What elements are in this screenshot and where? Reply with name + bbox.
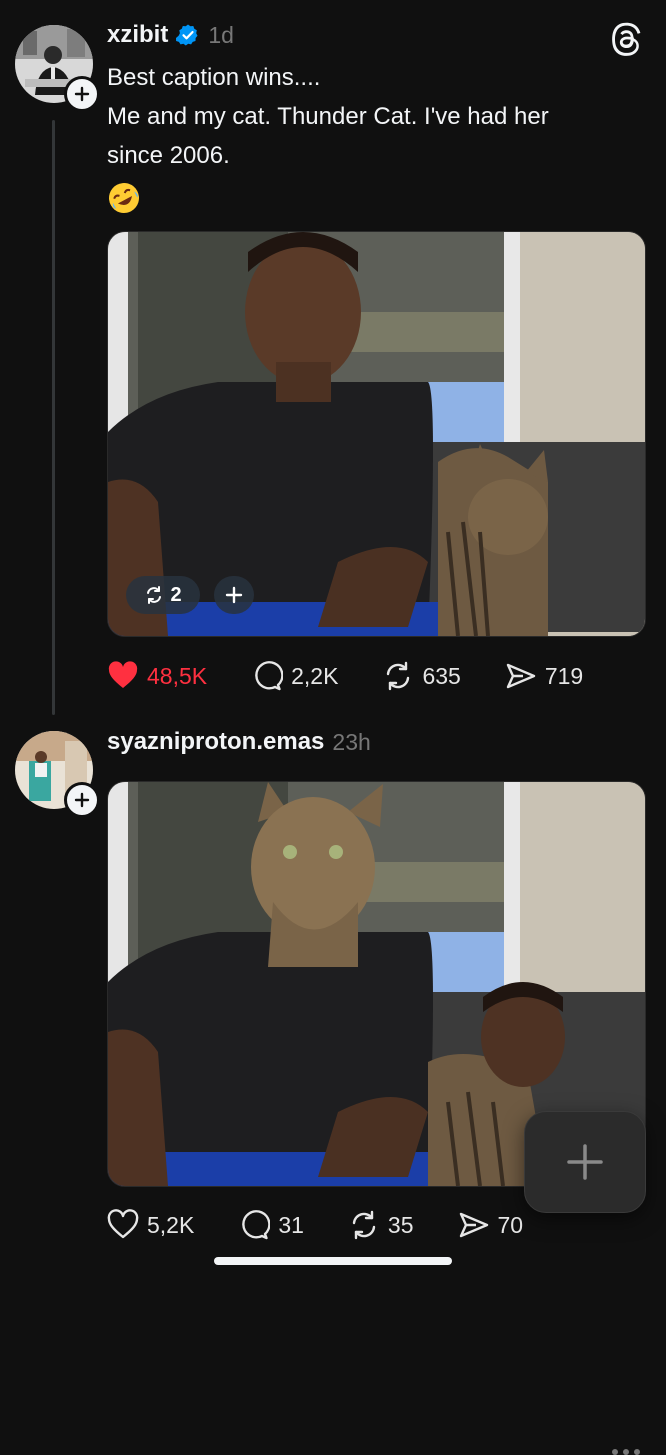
rofl-emoji-icon bbox=[109, 182, 139, 213]
repost-icon bbox=[147, 586, 162, 604]
repost-icon bbox=[387, 661, 410, 691]
post-image[interactable]: 2 bbox=[107, 231, 646, 637]
heart-icon bbox=[108, 661, 138, 688]
repost-count-pill[interactable]: 2 bbox=[126, 576, 200, 614]
comment-button[interactable]: 31 bbox=[238, 1209, 304, 1241]
thread-line bbox=[52, 120, 55, 715]
follow-button-syazniproton[interactable] bbox=[64, 782, 100, 818]
more-options-button[interactable] bbox=[612, 1449, 640, 1455]
plus-icon bbox=[74, 792, 90, 808]
repost-count: 2 bbox=[170, 583, 182, 606]
like-count: 5,2K bbox=[147, 1211, 195, 1238]
plus-icon bbox=[567, 1144, 603, 1180]
plus-icon bbox=[74, 86, 90, 102]
comment-bubble-icon bbox=[255, 661, 284, 691]
repost-count: 35 bbox=[387, 1211, 414, 1238]
share-button[interactable]: 70 bbox=[458, 1209, 524, 1241]
share-count: 719 bbox=[544, 662, 584, 689]
add-to-feed-button[interactable] bbox=[214, 576, 254, 614]
repost-icon bbox=[352, 1210, 376, 1240]
follow-button-xzibit[interactable] bbox=[64, 76, 100, 112]
post-caption: Best caption wins.... Me and my cat. Thu… bbox=[107, 64, 549, 169]
username[interactable]: xzibit bbox=[107, 21, 168, 49]
post-xzibit: xzibit 1d Best caption wins.... Me and m… bbox=[0, 0, 666, 720]
comment-bubble-icon bbox=[242, 1210, 271, 1240]
plus-icon bbox=[225, 586, 243, 604]
post-time: 23h bbox=[332, 728, 371, 755]
repost-button[interactable]: 635 bbox=[382, 660, 461, 692]
share-button[interactable]: 719 bbox=[505, 660, 583, 692]
comment-button[interactable]: 2,2K bbox=[251, 660, 338, 692]
post-actions: 5,2K 31 35 70 bbox=[107, 1209, 567, 1241]
heart-icon bbox=[107, 1209, 139, 1239]
like-button[interactable]: 5,2K bbox=[107, 1209, 194, 1241]
verified-badge-icon bbox=[176, 24, 198, 46]
compose-button[interactable] bbox=[524, 1111, 646, 1213]
repost-count: 635 bbox=[422, 662, 461, 689]
send-icon bbox=[506, 663, 536, 689]
post-time: 1d bbox=[208, 21, 234, 48]
home-indicator[interactable] bbox=[214, 1257, 452, 1265]
post-actions: 48,5K 2,2K 635 719 bbox=[107, 660, 627, 692]
post-header: xzibit 1d bbox=[107, 21, 234, 49]
share-count: 70 bbox=[497, 1211, 524, 1238]
more-dots-icon bbox=[623, 1449, 629, 1455]
like-button[interactable]: 48,5K bbox=[107, 660, 207, 692]
more-dots-icon bbox=[612, 1449, 618, 1455]
username[interactable]: syazniproton.emas bbox=[107, 728, 324, 756]
post-header: syazniproton.emas 23h bbox=[107, 728, 371, 756]
like-count: 48,5K bbox=[147, 662, 208, 689]
more-dots-icon bbox=[634, 1449, 640, 1455]
repost-button[interactable]: 35 bbox=[348, 1209, 414, 1241]
send-icon bbox=[459, 1212, 488, 1238]
comment-count: 31 bbox=[278, 1211, 304, 1238]
comment-count: 2,2K bbox=[291, 662, 339, 689]
